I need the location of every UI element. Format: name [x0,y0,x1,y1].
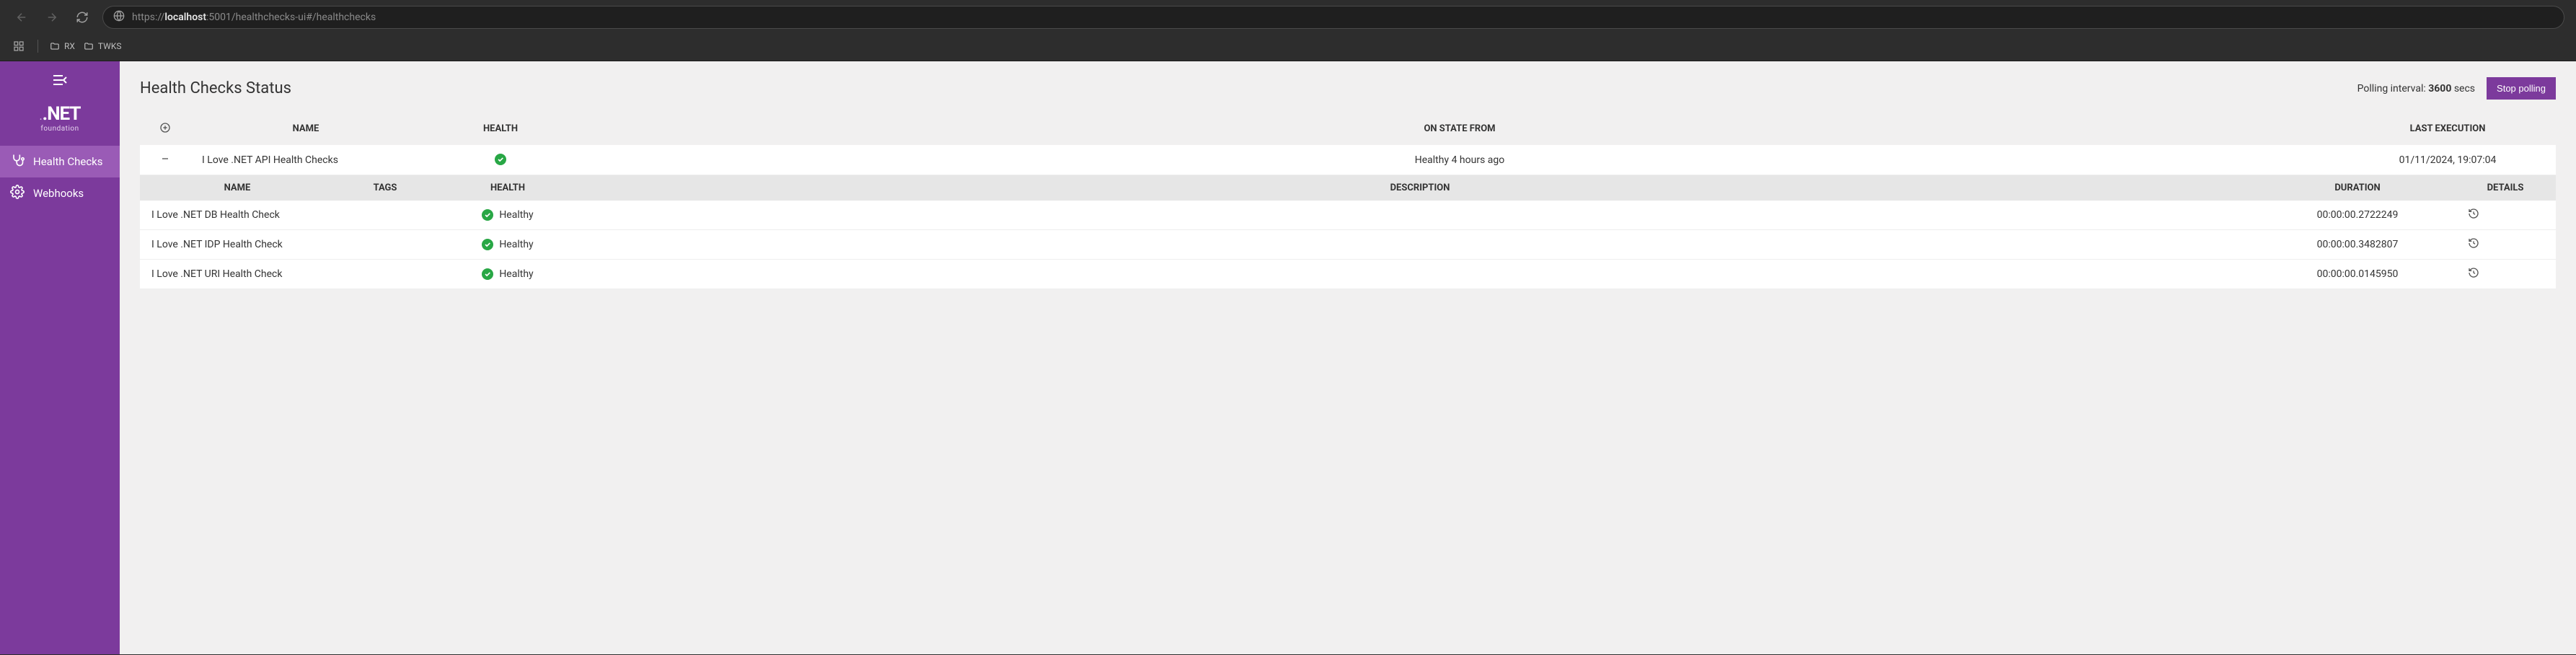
check-circle-icon [482,209,493,221]
url-path: :5001/healthchecks-ui#/healthchecks [206,12,376,23]
forward-button[interactable] [42,7,62,27]
drow-tags [335,201,436,230]
header-row: Health Checks Status Polling interval: 3… [140,77,2556,100]
polling-text: Polling interval: 3600 secs [2357,83,2475,94]
drow-duration: 00:00:00.3482807 [2260,230,2455,260]
polling-value: 3600 [2428,83,2451,94]
page-title: Health Checks Status [140,79,291,97]
history-icon[interactable] [2468,237,2479,249]
stop-polling-button[interactable]: Stop polling [2487,77,2556,100]
drow-details [2455,201,2556,230]
folder-icon [84,41,94,51]
reload-icon [76,11,89,24]
dcol-details: DETAILS [2455,175,2556,201]
url-bar[interactable]: https://localhost:5001/healthchecks-ui#/… [102,6,2564,29]
drow-description [580,230,2260,260]
health-label: Healthy [499,209,533,221]
arrow-left-icon [15,11,28,24]
dcol-name: NAME [140,175,335,201]
url-text: https://localhost:5001/healthchecks-ui#/… [132,12,376,23]
sidebar-item-label: Health Checks [33,155,103,168]
bookmark-twks[interactable]: TWKS [84,41,122,51]
viewport: ..NET foundation Health Checks Webhooks … [0,61,2576,654]
drow-details [2455,230,2556,260]
history-icon[interactable] [2468,267,2479,278]
drow-health: Healthy [436,201,580,230]
check-circle-icon [482,268,493,280]
health-label: Healthy [499,239,533,250]
brand-subtitle: foundation [40,125,79,133]
sidebar-item-label: Webhooks [33,187,84,200]
polling-prefix: Polling interval: [2357,83,2429,94]
drow-description [580,260,2260,289]
menu-collapse-icon [51,71,69,89]
brand-name: ..NET [39,105,80,123]
browser-toolbar: https://localhost:5001/healthchecks-ui#/… [0,0,2576,35]
gear-icon [10,185,25,202]
table-row[interactable]: I Love .NET API Health Checks Healthy 4 … [140,145,2556,175]
back-button[interactable] [12,7,32,27]
folder-icon [50,41,60,51]
drow-name: I Love .NET IDP Health Check [140,230,335,260]
arrow-right-icon [45,11,58,24]
col-last-execution: LAST EXECUTION [2339,113,2556,145]
health-label: Healthy [499,268,533,280]
bookmark-rx[interactable]: RX [50,41,75,51]
bookmark-label: TWKS [98,41,122,51]
stethoscope-icon [10,153,25,170]
drow-duration: 00:00:00.0145950 [2260,260,2455,289]
header-expander [140,113,190,145]
url-scheme: https:// [132,12,164,23]
table-header: NAME HEALTH ON STATE FROM LAST EXECUTION [140,113,2556,145]
drow-duration: 00:00:00.2722249 [2260,201,2455,230]
details-row: I Love .NET URI Health Check Healthy 00:00… [140,260,2556,289]
drow-name: I Love .NET DB Health Check [140,201,335,230]
polling-info: Polling interval: 3600 secs Stop polling [2357,77,2556,100]
details-row: I Love .NET DB Health Check Healthy 00:00:… [140,201,2556,230]
row-health [421,145,580,175]
history-icon[interactable] [2468,208,2479,219]
drow-name: I Love .NET URI Health Check [140,260,335,289]
details-table: NAME TAGS HEALTH DESCRIPTION DURATION DE… [140,175,2556,289]
polling-suffix: secs [2451,83,2475,94]
brand-logo: ..NET foundation [0,99,120,146]
drow-description [580,201,2260,230]
sidebar-item-webhooks[interactable]: Webhooks [0,177,120,209]
details-panel: NAME TAGS HEALTH DESCRIPTION DURATION DE… [140,175,2556,289]
dcol-duration: DURATION [2260,175,2455,201]
dcol-tags: TAGS [335,175,436,201]
check-circle-icon [482,239,493,250]
healthchecks-table: NAME HEALTH ON STATE FROM LAST EXECUTION [140,113,2556,175]
plus-circle-icon[interactable] [159,121,172,134]
details-header: NAME TAGS HEALTH DESCRIPTION DURATION DE… [140,175,2556,201]
row-expander[interactable] [140,145,190,175]
menu-toggle-button[interactable] [0,61,120,99]
bookmarks-bar: RX TWKS [0,35,2576,61]
globe-icon [113,10,125,25]
col-on-state-from: ON STATE FROM [580,113,2339,145]
row-on-state-from: Healthy 4 hours ago [580,145,2339,175]
minus-icon [159,152,172,165]
browser-chrome: https://localhost:5001/healthchecks-ui#/… [0,0,2576,61]
row-name: I Love .NET API Health Checks [190,145,421,175]
details-row: I Love .NET IDP Health Check Healthy 00:00… [140,230,2556,260]
drow-tags [335,260,436,289]
dcol-description: DESCRIPTION [580,175,2260,201]
main-content: Health Checks Status Polling interval: 3… [120,61,2576,654]
url-host: localhost [164,12,206,23]
col-health: HEALTH [421,113,580,145]
dcol-health: HEALTH [436,175,580,201]
drow-tags [335,230,436,260]
reload-button[interactable] [72,7,92,27]
col-name: NAME [190,113,421,145]
check-circle-icon [495,154,506,165]
bookmark-label: RX [64,41,75,51]
drow-health: Healthy [436,230,580,260]
row-last-execution: 01/11/2024, 19:07:04 [2339,145,2556,175]
sidebar: ..NET foundation Health Checks Webhooks [0,61,120,654]
drow-details [2455,260,2556,289]
drow-health: Healthy [436,260,580,289]
sidebar-item-health-checks[interactable]: Health Checks [0,146,120,177]
apps-grid-icon[interactable] [12,39,26,53]
